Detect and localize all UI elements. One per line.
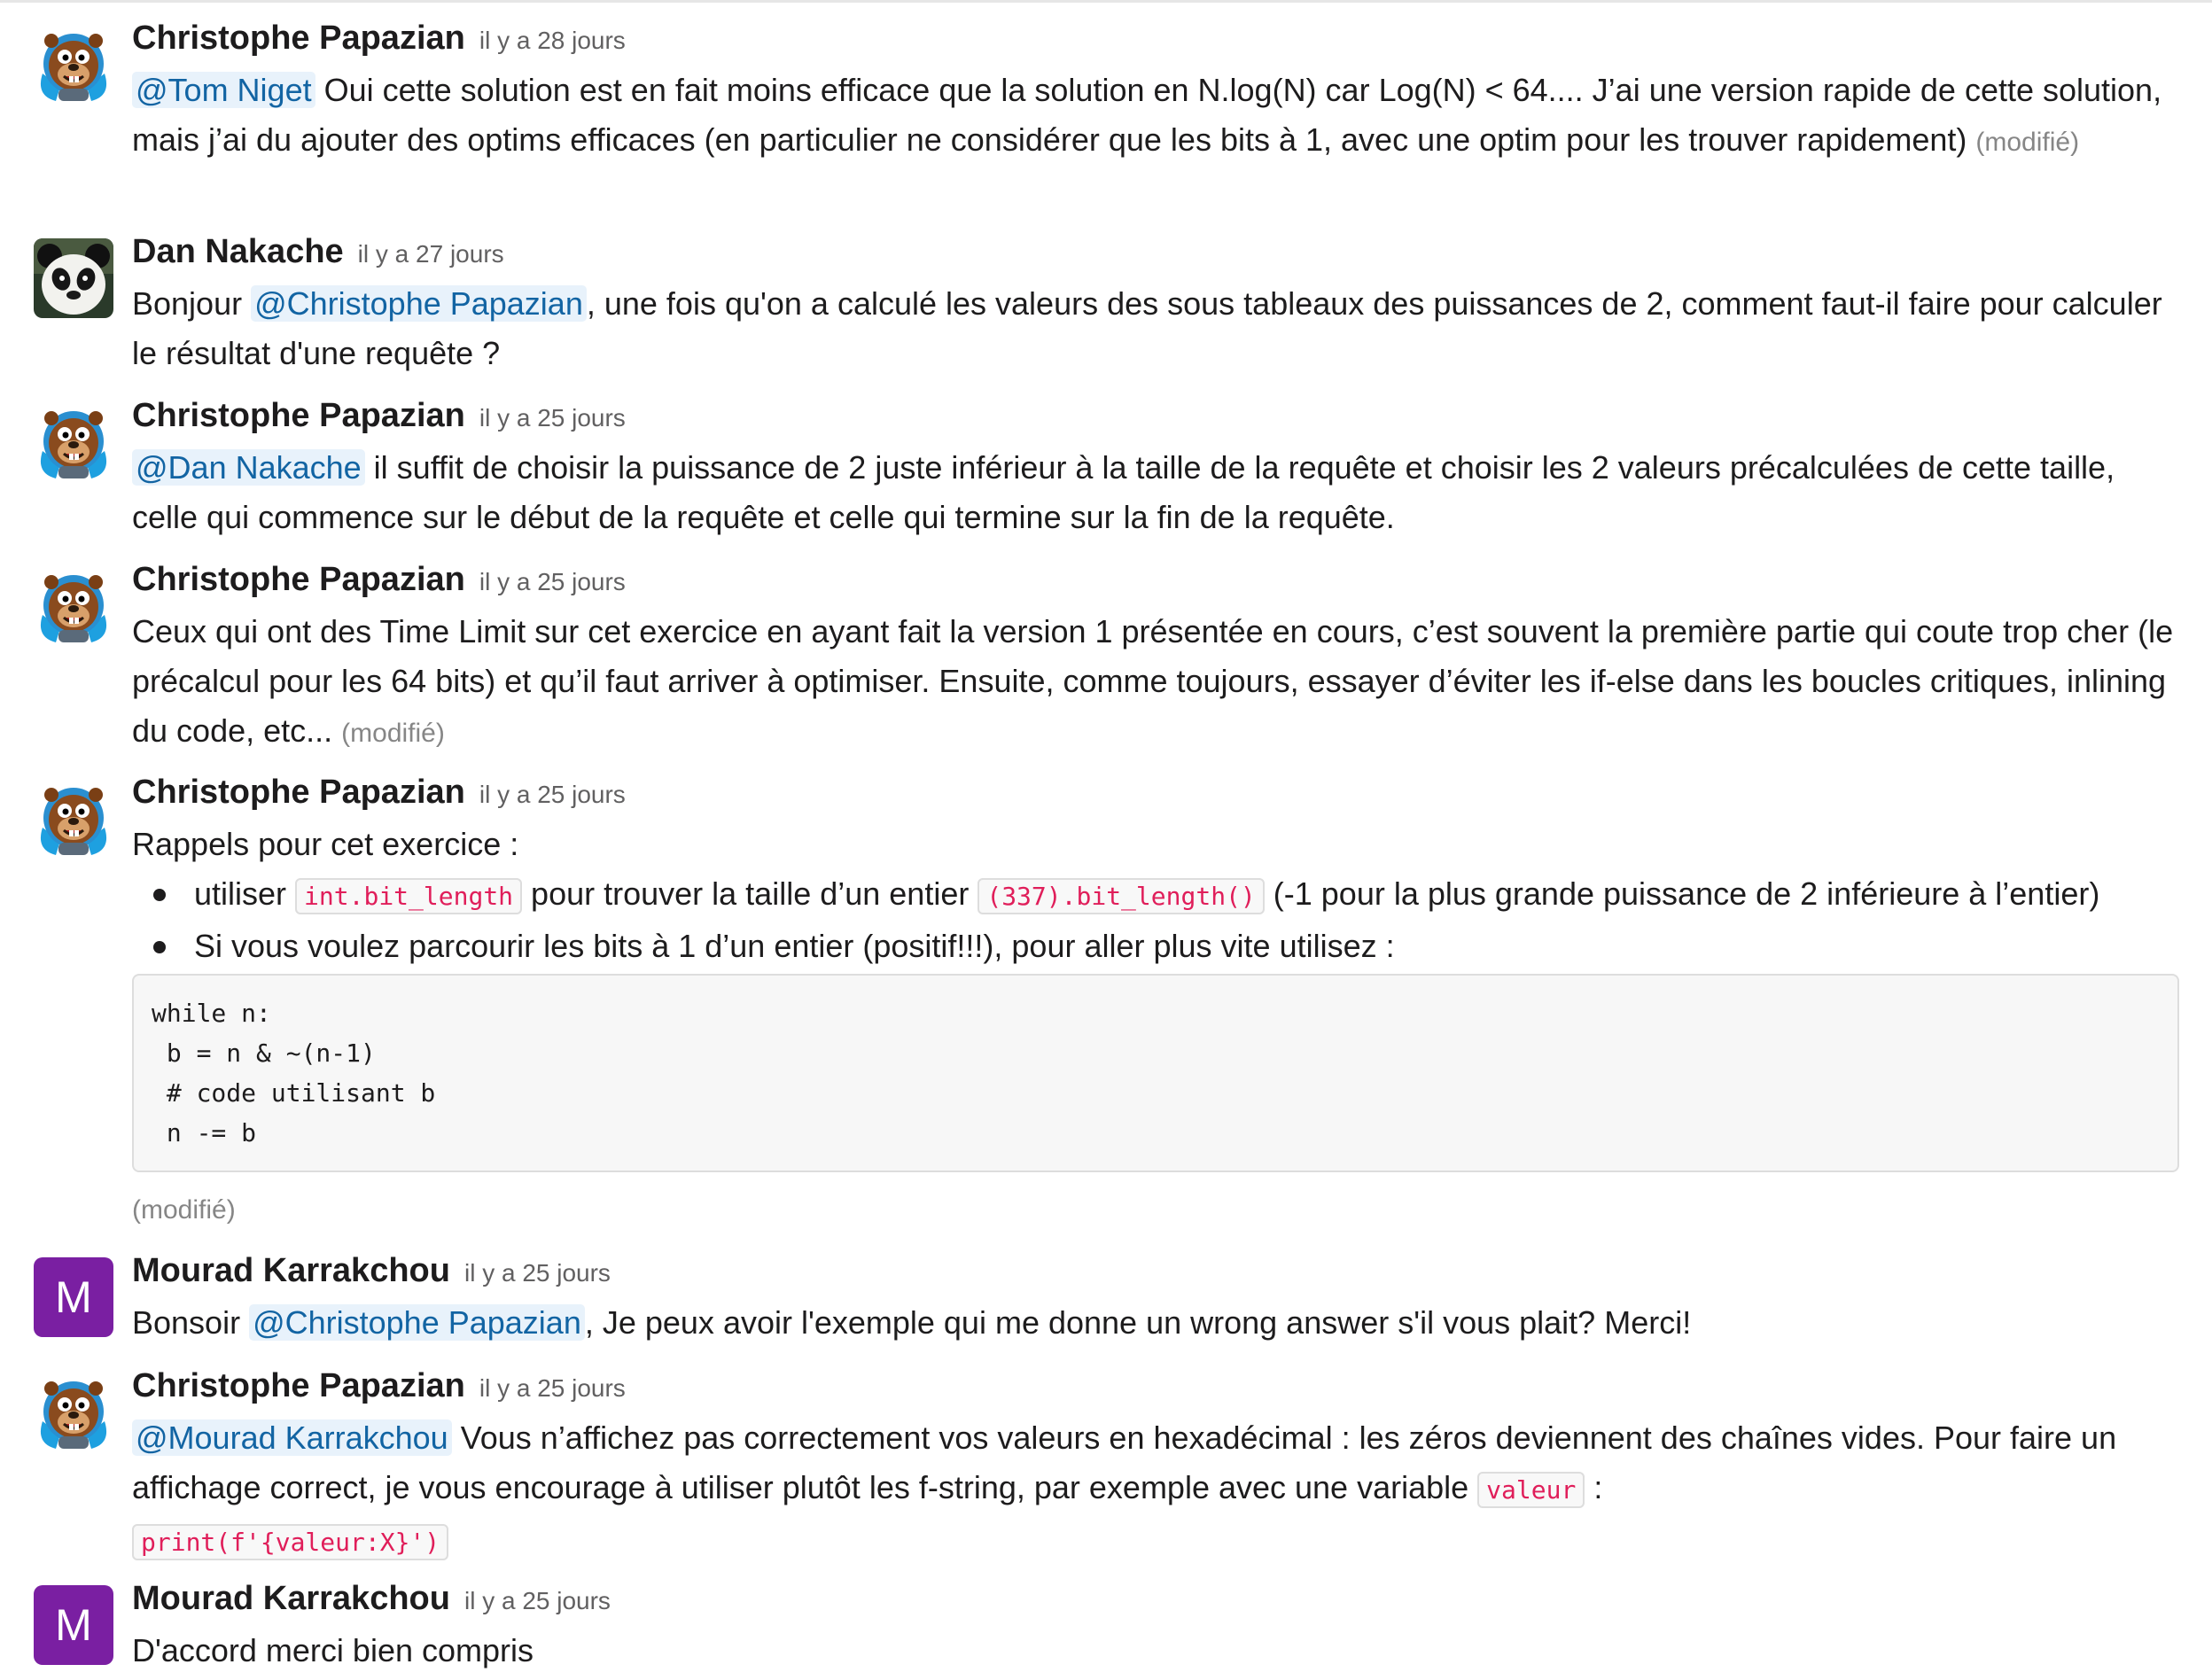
message-header: Mourad Karrakchou il y a 25 jours [132, 1580, 611, 1618]
code-block[interactable]: while n: b = n & ~(n-1) # code utilisant… [132, 974, 2179, 1172]
beaver-mascot-icon[interactable] [34, 566, 113, 646]
message-text: Rappels pour cet exercice : utiliser int… [132, 820, 2179, 971]
edited-label: (modifié) [132, 1195, 236, 1225]
user-mention[interactable]: @Christophe Papazian [249, 1304, 585, 1341]
message-content: Bonjour [132, 285, 252, 322]
list-item-text: (-1 pour la plus grande puissance de 2 i… [1264, 875, 2100, 912]
timestamp[interactable]: il y a 25 jours [479, 781, 626, 808]
list-item: utiliser int.bit_length pour trouver la … [132, 869, 2179, 922]
beaver-mascot-icon[interactable] [34, 779, 113, 859]
timestamp[interactable]: il y a 27 jours [358, 240, 504, 268]
timestamp[interactable]: il y a 25 jours [479, 568, 626, 595]
author-name[interactable]: Dan Nakache [132, 233, 344, 270]
edited-label: (modifié) [1975, 128, 2080, 157]
message-content: Oui cette solution est en fait moins eff… [132, 72, 2162, 158]
message-footer: (modifié) [132, 1183, 2179, 1235]
panda-avatar[interactable] [34, 238, 113, 318]
message-header: Christophe Papazian il y a 25 jours [132, 561, 626, 599]
edited-label: (modifié) [341, 719, 445, 748]
user-mention[interactable]: @Mourad Karrakchou [132, 1419, 452, 1456]
user-mention[interactable]: @Dan Nakache [132, 449, 365, 486]
user-mention[interactable]: @Tom Niget [132, 72, 315, 108]
timestamp[interactable]: il y a 28 jours [479, 27, 626, 54]
message-header: Christophe Papazian il y a 25 jours [132, 774, 626, 812]
list-item-text: Si vous voulez parcourir les bits à 1 d’… [194, 928, 1395, 964]
message-text: @Mourad Karrakchou Vous n’affichez pas c… [132, 1413, 2179, 1567]
beaver-mascot-icon[interactable] [34, 25, 113, 105]
author-name[interactable]: Mourad Karrakchou [132, 1580, 450, 1617]
message-text: @Tom Niget Oui cette solution est en fai… [132, 66, 2179, 167]
message-text: Bonsoir @Christophe Papazian, Je peux av… [132, 1298, 2179, 1348]
message-content: Bonsoir [132, 1304, 250, 1341]
user-mention[interactable]: @Christophe Papazian [251, 285, 587, 322]
inline-code: (337).bit_length() [977, 878, 1265, 914]
timestamp[interactable]: il y a 25 jours [479, 404, 626, 432]
list-item-text: pour trouver la taille d’un entier [522, 875, 978, 912]
timestamp[interactable]: il y a 25 jours [479, 1374, 626, 1402]
list-item: Si vous voulez parcourir les bits à 1 d’… [132, 922, 2179, 971]
author-name[interactable]: Christophe Papazian [132, 397, 465, 434]
beaver-mascot-icon[interactable] [34, 402, 113, 482]
list-item-text: utiliser [194, 875, 296, 912]
message-header: Christophe Papazian il y a 28 jours [132, 19, 626, 58]
message-content: Rappels pour cet exercice : [132, 826, 519, 862]
message-content: D'accord merci bien compris [132, 1632, 534, 1668]
inline-code: valeur [1477, 1472, 1585, 1508]
inline-code: print(f'{valeur:X}') [132, 1524, 449, 1560]
message-content: : [1585, 1469, 1603, 1505]
message-text: D'accord merci bien compris [132, 1626, 2179, 1676]
bullet-list: utiliser int.bit_length pour trouver la … [132, 869, 2179, 971]
message-header: Mourad Karrakchou il y a 25 jours [132, 1252, 611, 1290]
message-text: Ceux qui ont des Time Limit sur cet exer… [132, 607, 2179, 758]
avatar[interactable]: M [34, 1585, 113, 1665]
top-divider [0, 0, 2212, 3]
author-name[interactable]: Christophe Papazian [132, 561, 465, 598]
message-content: il suffit de choisir la puissance de 2 j… [132, 449, 2115, 535]
author-name[interactable]: Christophe Papazian [132, 774, 465, 811]
timestamp[interactable]: il y a 25 jours [464, 1587, 611, 1614]
message-header: Christophe Papazian il y a 25 jours [132, 1367, 626, 1405]
author-name[interactable]: Christophe Papazian [132, 19, 465, 57]
timestamp[interactable]: il y a 25 jours [464, 1259, 611, 1287]
author-name[interactable]: Christophe Papazian [132, 1367, 465, 1404]
message-content: , Je peux avoir l'exemple qui me donne u… [584, 1304, 1692, 1341]
message-text: @Dan Nakache il suffit de choisir la pui… [132, 443, 2179, 542]
message-header: Dan Nakache il y a 27 jours [132, 233, 504, 271]
beaver-mascot-icon[interactable] [34, 1373, 113, 1452]
author-name[interactable]: Mourad Karrakchou [132, 1252, 450, 1289]
avatar[interactable]: M [34, 1257, 113, 1337]
message-header: Christophe Papazian il y a 25 jours [132, 397, 626, 435]
message-text: Bonjour @Christophe Papazian, une fois q… [132, 279, 2179, 378]
inline-code: int.bit_length [295, 878, 523, 914]
